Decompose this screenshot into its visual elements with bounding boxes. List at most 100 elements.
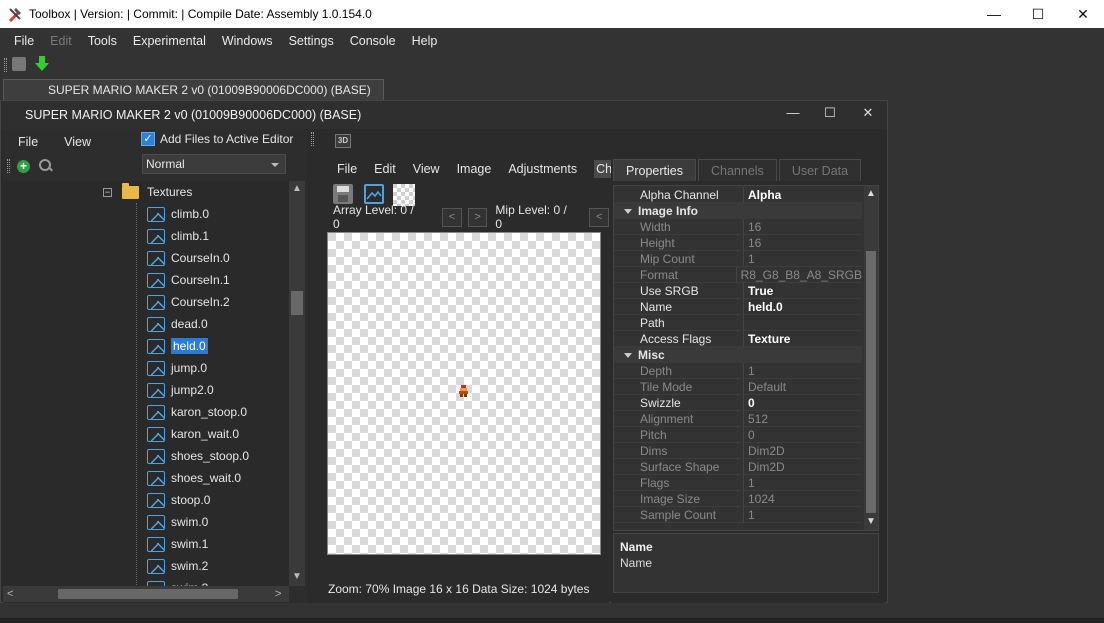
menu-console[interactable]: Console (342, 34, 404, 48)
tree-item[interactable]: dead.0 (147, 313, 208, 335)
viewer-menu-file[interactable]: File (337, 162, 357, 176)
tab-channels[interactable]: Channels (697, 159, 777, 181)
tab-properties[interactable]: Properties (613, 159, 696, 181)
panel-splitter[interactable] (307, 129, 323, 603)
property-category[interactable]: Misc (614, 347, 862, 363)
menu-windows[interactable]: Windows (214, 34, 281, 48)
property-row[interactable]: Path (614, 315, 862, 331)
tree-menu-file[interactable]: File (18, 135, 38, 149)
add-files-checkbox[interactable]: ✓ (141, 132, 155, 146)
property-row[interactable]: Mip Count 1 (614, 251, 862, 267)
scroll-thumb[interactable] (58, 589, 238, 599)
array-next-button[interactable]: > (467, 207, 488, 227)
scroll-thumb[interactable] (866, 251, 876, 513)
tree-item[interactable]: swim.2 (147, 555, 208, 577)
property-row[interactable]: Alpha Channel Alpha (614, 187, 862, 203)
toolbar-grip[interactable] (4, 58, 7, 72)
minimize-button[interactable]: — (971, 0, 1017, 28)
3d-toggle-button[interactable]: 3D (335, 134, 351, 148)
property-row[interactable]: Width 16 (614, 219, 862, 235)
tree-item[interactable]: held.0 (147, 335, 208, 357)
tree-item[interactable]: karon_wait.0 (147, 423, 239, 445)
tree-item[interactable]: stoop.0 (147, 489, 210, 511)
property-row[interactable]: Tile Mode Default (614, 379, 862, 395)
tree-item[interactable]: shoes_wait.0 (147, 467, 241, 489)
property-category[interactable]: Image Info (614, 203, 862, 219)
view-mode-dropdown[interactable]: Normal (142, 154, 286, 174)
splitter-grip[interactable] (311, 132, 314, 146)
property-value[interactable]: True (744, 283, 773, 298)
scroll-down-icon[interactable]: ▼ (292, 572, 302, 582)
tree-item[interactable]: CourseIn.1 (147, 269, 230, 291)
tree-item[interactable]: jump2.0 (147, 379, 214, 401)
tree-item[interactable]: swim.3 (147, 577, 208, 586)
property-row[interactable]: Depth 1 (614, 363, 862, 379)
property-row[interactable]: Flags 1 (614, 475, 862, 491)
menu-edit[interactable]: Edit (42, 34, 80, 48)
tree-item[interactable]: jump.0 (147, 357, 207, 379)
texture-preview-canvas[interactable] (327, 232, 601, 555)
tree-item[interactable]: swim.1 (147, 533, 208, 555)
scroll-right-icon[interactable]: > (275, 588, 281, 600)
editor-maximize-button[interactable]: ☐ (820, 105, 840, 121)
property-row[interactable]: Pitch 0 (614, 427, 862, 443)
property-value[interactable]: Alpha (744, 187, 781, 202)
menu-file[interactable]: File (6, 34, 42, 48)
toolbar-grip[interactable] (7, 159, 10, 173)
save-icon[interactable] (12, 57, 26, 71)
property-value[interactable]: held.0 (744, 299, 783, 314)
image-edit-icon[interactable] (364, 184, 384, 204)
download-icon[interactable] (35, 56, 49, 75)
expand-chevron-icon[interactable] (624, 353, 632, 359)
menu-experimental[interactable]: Experimental (125, 34, 214, 48)
property-value[interactable]: 0 (744, 395, 755, 410)
property-value[interactable]: Texture (744, 331, 790, 346)
property-row[interactable]: Sample Count 1 (614, 507, 862, 523)
scroll-down-icon[interactable]: ▼ (866, 516, 876, 527)
property-row[interactable]: Format R8_G8_B8_A8_SRGB (614, 267, 862, 283)
tree-vertical-scrollbar[interactable]: ▲ ▼ (289, 181, 305, 586)
property-row[interactable]: Use SRGB True (614, 283, 862, 299)
property-value[interactable] (744, 315, 748, 330)
tree-horizontal-scrollbar[interactable]: < > (3, 586, 289, 602)
property-row[interactable]: Swizzle 0 (614, 395, 862, 411)
save-icon[interactable] (333, 184, 353, 204)
property-row[interactable]: Height 16 (614, 235, 862, 251)
tree-item[interactable]: climb.1 (147, 225, 209, 247)
add-icon[interactable]: + (17, 159, 30, 173)
menu-settings[interactable]: Settings (281, 34, 342, 48)
add-files-option[interactable]: ✓ Add Files to Active Editor (141, 132, 293, 146)
scroll-up-icon[interactable]: ▲ (866, 188, 876, 199)
property-row[interactable]: Surface Shape Dim2D (614, 459, 862, 475)
collapse-icon[interactable]: − (103, 187, 112, 197)
tree-item[interactable]: karon_stoop.0 (147, 401, 247, 423)
scroll-up-icon[interactable]: ▲ (292, 184, 302, 194)
document-tab[interactable]: SUPER MARIO MAKER 2 v0 (01009B90006DC000… (3, 79, 384, 100)
tree-item[interactable]: CourseIn.0 (147, 247, 230, 269)
expand-chevron-icon[interactable] (624, 209, 632, 215)
property-row[interactable]: Name held.0 (614, 299, 862, 315)
tree-item[interactable]: CourseIn.2 (147, 291, 230, 313)
tree-item[interactable]: climb.0 (147, 203, 209, 225)
tree-item[interactable]: swim.0 (147, 511, 208, 533)
property-row[interactable]: Access Flags Texture (614, 331, 862, 347)
maximize-button[interactable]: ☐ (1015, 0, 1061, 28)
menu-tools[interactable]: Tools (80, 34, 125, 48)
menu-help[interactable]: Help (404, 34, 446, 48)
tree-folder-textures[interactable]: − Textures (103, 181, 192, 203)
tab-user-data[interactable]: User Data (778, 159, 862, 181)
viewer-menu-image[interactable]: Image (457, 162, 492, 176)
property-row[interactable]: Dims Dim2D (614, 443, 862, 459)
property-row[interactable]: Alignment 512 (614, 411, 862, 427)
mip-prev-button[interactable]: < (589, 207, 609, 227)
scroll-thumb[interactable] (291, 291, 303, 315)
editor-close-button[interactable]: ✕ (858, 105, 878, 121)
editor-minimize-button[interactable]: — (783, 105, 803, 120)
tree-item[interactable]: shoes_stoop.0 (147, 445, 249, 467)
search-icon[interactable] (39, 159, 53, 173)
viewer-menu-adjustments[interactable]: Adjustments (508, 162, 577, 176)
scroll-left-icon[interactable]: < (7, 588, 13, 600)
array-prev-button[interactable]: < (442, 207, 462, 227)
close-button[interactable]: ✕ (1060, 0, 1104, 28)
property-row[interactable]: Image Size 1024 (614, 491, 862, 507)
